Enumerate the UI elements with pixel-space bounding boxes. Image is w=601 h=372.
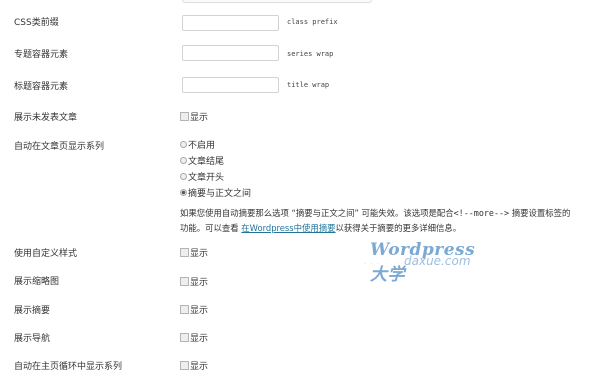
description-text: 如果您使用自动摘要那么选项 “摘要与正文之间” 可能失效。该选项是配合 bbox=[180, 208, 454, 218]
show-on-home-option-label: 显示 bbox=[190, 362, 209, 372]
radio-label: 摘要与正文之间 bbox=[188, 189, 252, 199]
more-tag: <!--more--> bbox=[453, 208, 510, 218]
radio-button[interactable] bbox=[180, 173, 187, 180]
show-thumbnail-option[interactable]: 显示 bbox=[180, 276, 209, 288]
series-wrap-input[interactable] bbox=[182, 45, 279, 61]
custom-style-option-label: 显示 bbox=[190, 249, 209, 259]
description-text: 以获得关于摘要的更多详细信息。 bbox=[335, 223, 462, 233]
series-wrap-label: 专题容器元素 bbox=[14, 50, 69, 60]
auto-show-option-end[interactable]: 文章结尾 bbox=[180, 155, 225, 167]
excerpt-help-link[interactable]: 在Wordpress中使用摘要 bbox=[241, 223, 335, 233]
css-prefix-input[interactable] bbox=[182, 15, 279, 31]
custom-style-checkbox[interactable] bbox=[180, 248, 189, 257]
show-excerpt-label: 展示摘要 bbox=[14, 306, 51, 316]
show-on-home-option[interactable]: 显示 bbox=[180, 360, 209, 372]
show-thumbnail-option-label: 显示 bbox=[190, 278, 209, 288]
show-excerpt-option-label: 显示 bbox=[190, 306, 209, 316]
auto-show-description: 如果您使用自动摘要那么选项 “摘要与正文之间” 可能失效。该选项是配合<!--m… bbox=[180, 206, 598, 236]
auto-show-option-start[interactable]: 文章开头 bbox=[180, 171, 225, 183]
show-excerpt-checkbox[interactable] bbox=[180, 305, 189, 314]
title-wrap-hint: title wrap bbox=[287, 81, 330, 89]
show-thumbnail-checkbox[interactable] bbox=[180, 277, 189, 286]
css-prefix-hint: class prefix bbox=[287, 18, 338, 26]
show-nav-label: 展示导航 bbox=[14, 334, 51, 344]
radio-label: 文章结尾 bbox=[188, 157, 225, 167]
css-prefix-label: CSS类前缀 bbox=[14, 18, 59, 28]
watermark-domain: daxue.com bbox=[404, 254, 471, 268]
site-watermark: · · · Wordpress大学 daxue.com bbox=[364, 240, 492, 285]
show-thumbnail-label: 展示缩略图 bbox=[14, 277, 60, 287]
auto-show-label: 自动在文章页显示系列 bbox=[14, 142, 105, 152]
radio-button-selected[interactable] bbox=[180, 189, 187, 196]
show-on-home-label: 自动在主页循环中显示系列 bbox=[14, 362, 123, 372]
show-unpublished-label: 展示未发表文章 bbox=[14, 113, 78, 123]
show-nav-option[interactable]: 显示 bbox=[180, 332, 209, 344]
radio-label: 不启用 bbox=[188, 141, 216, 151]
show-unpublished-option[interactable]: 显示 bbox=[180, 111, 209, 123]
custom-style-option[interactable]: 显示 bbox=[180, 247, 209, 259]
show-nav-option-label: 显示 bbox=[190, 334, 209, 344]
title-wrap-input[interactable] bbox=[182, 77, 279, 93]
radio-button[interactable] bbox=[180, 157, 187, 164]
radio-label: 文章开头 bbox=[188, 173, 225, 183]
show-excerpt-option[interactable]: 显示 bbox=[180, 304, 209, 316]
description-text: 功能。可以查看 bbox=[180, 223, 239, 233]
description-text: 摘要设置标签的 bbox=[509, 208, 571, 218]
auto-show-option-between[interactable]: 摘要与正文之间 bbox=[180, 187, 252, 199]
show-nav-checkbox[interactable] bbox=[180, 333, 189, 342]
show-unpublished-option-label: 显示 bbox=[190, 113, 209, 123]
auto-show-option-disabled[interactable]: 不启用 bbox=[180, 139, 216, 151]
title-wrap-label: 标题容器元素 bbox=[14, 82, 69, 92]
show-on-home-checkbox[interactable] bbox=[180, 361, 189, 370]
series-wrap-hint: series wrap bbox=[287, 50, 334, 58]
radio-button[interactable] bbox=[180, 141, 187, 148]
show-unpublished-checkbox[interactable] bbox=[180, 112, 189, 121]
custom-style-label: 使用自定义样式 bbox=[14, 249, 78, 259]
truncated-top-field bbox=[182, 0, 372, 3]
